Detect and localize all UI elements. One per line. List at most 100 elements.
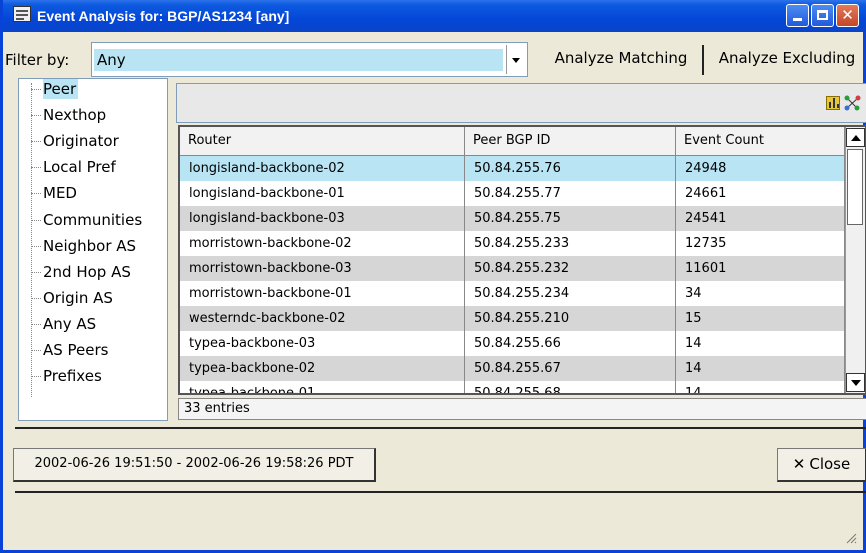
table-header: Router Peer BGP ID Event Count (180, 127, 845, 156)
cell-event-count: 15 (676, 306, 845, 331)
events-table: Router Peer BGP ID Event Count longislan… (178, 125, 866, 395)
cell-router: morristown-backbone-03 (180, 256, 465, 281)
tree-item-communities[interactable]: Communities (31, 210, 144, 230)
scroll-up-button[interactable] (846, 128, 865, 147)
tree-branch-connector (31, 115, 41, 117)
scroll-down-button[interactable] (846, 373, 865, 392)
cell-event-count: 24948 (676, 156, 845, 181)
tree-item-neighbor-as[interactable]: Neighbor AS (31, 236, 138, 256)
tree-item-label: Communities (43, 210, 143, 229)
cell-peer-bgp-id: 50.84.255.67 (465, 356, 676, 381)
tree-branch-connector (31, 167, 41, 169)
close-icon: ✕ (841, 6, 854, 24)
close-button[interactable]: ✕ Close (777, 448, 866, 482)
cell-router: typea-backbone-03 (180, 331, 465, 356)
cell-router: longisland-backbone-01 (180, 181, 465, 206)
table-row[interactable]: typea-backbone-02 50.84.255.67 14 (180, 356, 845, 381)
tree-item-label: Peer (43, 79, 79, 99)
tree-branch-connector (31, 297, 41, 299)
resize-grip-icon[interactable] (845, 532, 857, 544)
tree-item-as-peers[interactable]: AS Peers (31, 340, 111, 360)
tree-item-med[interactable]: MED (31, 183, 79, 203)
tree-item-originator[interactable]: Originator (31, 131, 121, 151)
table-row[interactable]: typea-backbone-01 50.84.255.68 14 (180, 381, 845, 393)
column-header-router[interactable]: Router (180, 127, 465, 155)
event-analysis-window: Event Analysis for: BGP/AS1234 [any] ✕ F… (0, 0, 866, 553)
cell-event-count: 34 (676, 281, 845, 306)
column-header-peer-bgp-id[interactable]: Peer BGP ID (465, 127, 676, 155)
table-row[interactable]: morristown-backbone-01 50.84.255.234 34 (180, 281, 845, 306)
cell-router: morristown-backbone-01 (180, 281, 465, 306)
divider (15, 491, 866, 493)
cell-peer-bgp-id: 50.84.255.210 (465, 306, 676, 331)
table-row[interactable]: morristown-backbone-02 50.84.255.233 12735 (180, 231, 845, 256)
filter-selected-value[interactable]: Any (94, 49, 503, 71)
window-title: Event Analysis for: BGP/AS1234 [any] (37, 8, 290, 24)
tree-item-label: Originator (43, 132, 119, 151)
tree-item-prefixes[interactable]: Prefixes (31, 366, 104, 386)
cell-peer-bgp-id: 50.84.255.232 (465, 256, 676, 281)
tree-branch-connector (31, 271, 41, 273)
window-close-button[interactable]: ✕ (836, 4, 859, 27)
arrow-up-icon (851, 135, 861, 141)
chevron-down-icon (512, 58, 520, 63)
analyze-excluding-button[interactable]: Analyze Excluding (705, 42, 866, 77)
cell-event-count: 14 (676, 331, 845, 356)
tree-item-nexthop[interactable]: Nexthop (31, 105, 108, 125)
network-graph-icon[interactable] (844, 94, 862, 112)
dropdown-arrow-button[interactable] (506, 45, 525, 74)
tree-item-label: 2nd Hop AS (43, 262, 131, 281)
vertical-scrollbar[interactable] (845, 127, 865, 393)
cell-peer-bgp-id: 50.84.255.75 (465, 206, 676, 231)
cell-router: morristown-backbone-02 (180, 231, 465, 256)
cell-peer-bgp-id: 50.84.255.233 (465, 231, 676, 256)
category-tree: Peer Nexthop Originator Local Pref MED Commun… (18, 78, 168, 421)
scrollbar-thumb[interactable] (847, 149, 863, 225)
table-row[interactable]: longisland-backbone-02 50.84.255.76 24948 (180, 156, 845, 181)
column-header-event-count[interactable]: Event Count (676, 127, 845, 155)
table-row[interactable]: westerndc-backbone-02 50.84.255.210 15 (180, 306, 845, 331)
cell-router: typea-backbone-02 (180, 356, 465, 381)
tree-item-label: Origin AS (43, 288, 113, 307)
analyze-matching-button[interactable]: Analyze Matching (540, 42, 704, 77)
table-row[interactable]: morristown-backbone-03 50.84.255.232 11601 (180, 256, 845, 281)
close-button-label: Close (809, 455, 851, 473)
cell-router: typea-backbone-01 (180, 381, 465, 393)
cell-peer-bgp-id: 50.84.255.234 (465, 281, 676, 306)
minimize-icon (793, 18, 802, 21)
cell-event-count: 12735 (676, 231, 845, 256)
tree-item-label: AS Peers (43, 341, 109, 359)
table-row[interactable]: longisland-backbone-01 50.84.255.77 24661 (180, 181, 845, 206)
arrow-down-icon (851, 380, 861, 386)
maximize-button[interactable] (811, 4, 834, 27)
tree-branch-connector (31, 376, 41, 378)
tree-item-label: Neighbor AS (43, 236, 137, 255)
tree-item-origin-as[interactable]: Origin AS (31, 288, 115, 308)
time-range-button[interactable]: 2002-06-26 19:51:50 - 2002-06-26 19:58:2… (13, 448, 376, 482)
cell-event-count: 14 (676, 356, 845, 381)
tree-branch-connector (31, 323, 41, 325)
cell-event-count: 24541 (676, 206, 845, 231)
tree-branch-connector (31, 193, 41, 195)
entries-count-status: 33 entries (178, 398, 866, 420)
title-bar[interactable]: Event Analysis for: BGP/AS1234 [any] ✕ (3, 0, 866, 32)
tree-branch-connector (31, 350, 41, 351)
bar-chart-icon[interactable] (826, 96, 840, 110)
results-panel: Router Peer BGP ID Event Count longislan… (176, 83, 866, 423)
tree-item-local-pref[interactable]: Local Pref (31, 157, 118, 177)
cell-router: longisland-backbone-02 (180, 156, 465, 181)
maximize-icon (817, 10, 828, 20)
tree-item-peer[interactable]: Peer (31, 79, 79, 99)
tree-item-any-as[interactable]: Any AS (31, 314, 98, 334)
tree-item-2nd-hop-as[interactable]: 2nd Hop AS (31, 262, 133, 282)
table-row[interactable]: typea-backbone-03 50.84.255.66 14 (180, 331, 845, 356)
tree-branch-connector (31, 141, 41, 143)
table-row[interactable]: longisland-backbone-03 50.84.255.75 24541 (180, 206, 845, 231)
minimize-button[interactable] (786, 4, 809, 27)
tree-item-label: Local Pref (43, 158, 116, 177)
tree-branch-connector (31, 245, 41, 247)
tree-item-label: Prefixes (43, 367, 102, 386)
filter-dropdown[interactable]: Any (91, 42, 528, 77)
close-x-icon: ✕ (792, 455, 806, 473)
filter-label: Filter by: (5, 51, 70, 69)
